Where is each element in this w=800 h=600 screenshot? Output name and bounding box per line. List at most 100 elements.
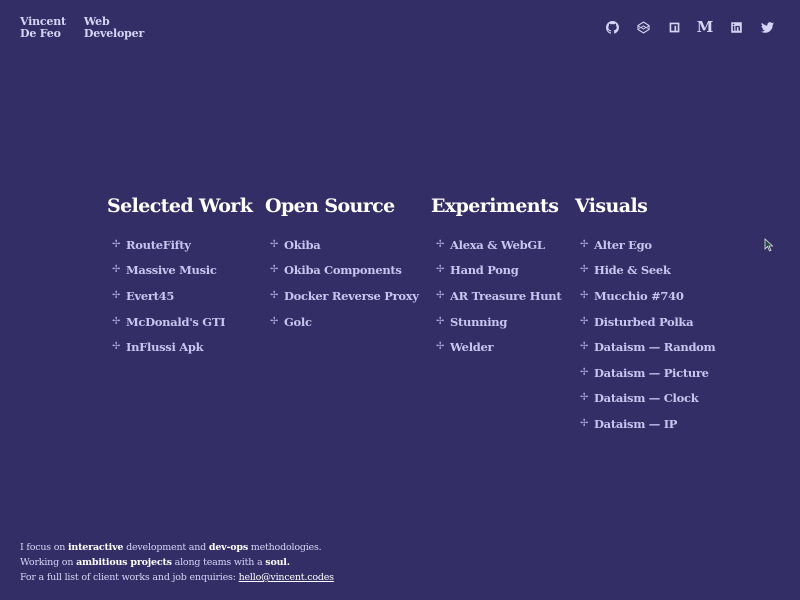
project-link[interactable]: Stunning	[450, 315, 507, 329]
list-item: ✢ Hide & Seek	[575, 258, 715, 284]
linkedin-link[interactable]	[729, 20, 743, 34]
brand-name[interactable]: Vincent De Feo	[20, 16, 66, 40]
project-columns: Selected Work ✢ RouteFifty ✢ Massive Music…	[107, 194, 716, 437]
section-title: Open Source	[265, 195, 395, 217]
bullet-icon: ✢	[112, 238, 121, 250]
footer-bio: I focus on interactive development and d…	[20, 540, 334, 585]
project-link[interactable]: Dataism — Clock	[594, 391, 699, 405]
project-link[interactable]: Dataism — Picture	[594, 366, 709, 380]
project-list: ✢ Alter Ego ✢ Hide & Seek ✢ Mucchio #740 ✢ D…	[575, 232, 716, 437]
bullet-icon: ✢	[112, 315, 121, 327]
project-list: ✢ Okiba ✢ Okiba Components ✢ Docker Reverse…	[265, 232, 431, 334]
brand-role-line2: Developer	[83, 27, 145, 40]
bio-emphasis: interactive	[68, 542, 124, 553]
bullet-icon: ✢	[436, 289, 445, 301]
project-link[interactable]: Alexa & WebGL	[450, 238, 545, 252]
bio-line-1: I focus on interactive development and d…	[20, 540, 334, 555]
twitter-link[interactable]	[760, 20, 774, 34]
bio-emphasis: ambitious projects	[76, 557, 172, 568]
list-item: ✢ McDonald's GTI	[107, 309, 265, 335]
bullet-icon: ✢	[436, 238, 445, 250]
github-link[interactable]	[605, 20, 619, 34]
bullet-icon: ✢	[270, 264, 279, 276]
bullet-icon: ✢	[436, 264, 445, 276]
brand-name-line2: De Feo	[20, 27, 61, 40]
brand: Vincent De Feo Web Developer	[20, 16, 144, 40]
project-link[interactable]: Alter Ego	[594, 238, 652, 252]
bio-text: I focus on	[20, 542, 68, 553]
bullet-icon: ✢	[112, 289, 121, 301]
medium-link[interactable]: M	[696, 18, 714, 36]
project-link[interactable]: RouteFifty	[126, 238, 191, 252]
bullet-icon: ✢	[580, 264, 589, 276]
bullet-icon: ✢	[580, 417, 589, 429]
list-item: ✢ Disturbed Polka	[575, 309, 715, 335]
project-link[interactable]: Evert45	[126, 289, 174, 303]
bio-text: Working on	[20, 557, 77, 568]
project-link[interactable]: Welder	[450, 340, 494, 354]
codepen-icon	[636, 20, 650, 34]
bullet-icon: ✢	[580, 341, 589, 353]
project-link[interactable]: Dataism — Random	[594, 340, 716, 354]
github-icon	[605, 20, 619, 34]
project-link[interactable]: Okiba Components	[284, 263, 402, 277]
project-link[interactable]: Mucchio #740	[594, 289, 684, 303]
bullet-icon: ✢	[112, 341, 121, 353]
project-link[interactable]: Hand Pong	[450, 263, 519, 277]
project-link[interactable]: Dataism — IP	[594, 417, 677, 431]
list-item: ✢ Massive Music	[107, 258, 265, 284]
medium-icon: M	[696, 18, 714, 36]
project-list: ✢ RouteFifty ✢ Massive Music ✢ Evert45 ✢ McD…	[107, 232, 265, 360]
list-item: ✢ Hand Pong	[431, 258, 575, 284]
bullet-icon: ✢	[436, 341, 445, 353]
bullet-icon: ✢	[580, 238, 589, 250]
bio-text: along teams with a	[171, 557, 266, 568]
project-link[interactable]: Disturbed Polka	[594, 315, 694, 329]
page: Vincent De Feo Web Developer M Selected …	[0, 0, 800, 600]
section-visuals: Visuals ✢ Alter Ego ✢ Hide & Seek ✢ Mucchio…	[575, 194, 716, 437]
section-selected-work: Selected Work ✢ RouteFifty ✢ Massive Music…	[107, 194, 265, 437]
list-item: ✢ Okiba	[265, 232, 431, 258]
npm-link[interactable]	[667, 20, 681, 34]
project-link[interactable]: Docker Reverse Proxy	[284, 289, 419, 303]
list-item: ✢ InFlussi Apk	[107, 334, 265, 360]
list-item: ✢ Golc	[265, 309, 431, 335]
twitter-icon	[760, 21, 774, 33]
project-link[interactable]: Okiba	[284, 238, 321, 252]
list-item: ✢ Dataism — Picture	[575, 360, 715, 386]
project-link[interactable]: Golc	[284, 315, 312, 329]
project-link[interactable]: AR Treasure Hunt	[450, 289, 562, 303]
codepen-link[interactable]	[636, 20, 650, 34]
list-item: ✢ Stunning	[431, 309, 575, 335]
list-item: ✢ RouteFifty	[107, 232, 265, 258]
bullet-icon: ✢	[580, 315, 589, 327]
bio-line-3: For a full list of client works and job …	[20, 570, 334, 585]
section-title: Experiments	[431, 195, 559, 217]
section-open-source: Open Source ✢ Okiba ✢ Okiba Components ✢ Do…	[265, 194, 431, 437]
mouse-cursor-icon	[764, 238, 774, 252]
bio-text: development and	[123, 542, 209, 553]
project-link[interactable]: InFlussi Apk	[126, 340, 204, 354]
bio-line-2: Working on ambitious projects along team…	[20, 555, 334, 570]
npm-icon	[669, 22, 679, 32]
list-item: ✢ Alter Ego	[575, 232, 715, 258]
list-item: ✢ Alexa & WebGL	[431, 232, 575, 258]
bio-text: For a full list of client works and job …	[20, 572, 239, 583]
linkedin-icon	[730, 21, 742, 33]
project-link[interactable]: Hide & Seek	[594, 263, 671, 277]
project-list: ✢ Alexa & WebGL ✢ Hand Pong ✢ AR Treasure H…	[431, 232, 575, 360]
bullet-icon: ✢	[580, 289, 589, 301]
bullet-icon: ✢	[580, 366, 589, 378]
bullet-icon: ✢	[580, 392, 589, 404]
list-item: ✢ Dataism — IP	[575, 411, 715, 437]
bullet-icon: ✢	[270, 289, 279, 301]
project-link[interactable]: McDonald's GTI	[126, 315, 225, 329]
project-link[interactable]: Massive Music	[126, 263, 217, 277]
list-item: ✢ AR Treasure Hunt	[431, 283, 575, 309]
email-link[interactable]: hello@vincent.codes	[239, 572, 334, 583]
list-item: ✢ Welder	[431, 334, 575, 360]
social-links: M	[605, 18, 774, 36]
bio-emphasis: dev-ops	[208, 542, 248, 553]
list-item: ✢ Dataism — Clock	[575, 386, 715, 412]
section-experiments: Experiments ✢ Alexa & WebGL ✢ Hand Pong ✢ A…	[431, 194, 575, 437]
